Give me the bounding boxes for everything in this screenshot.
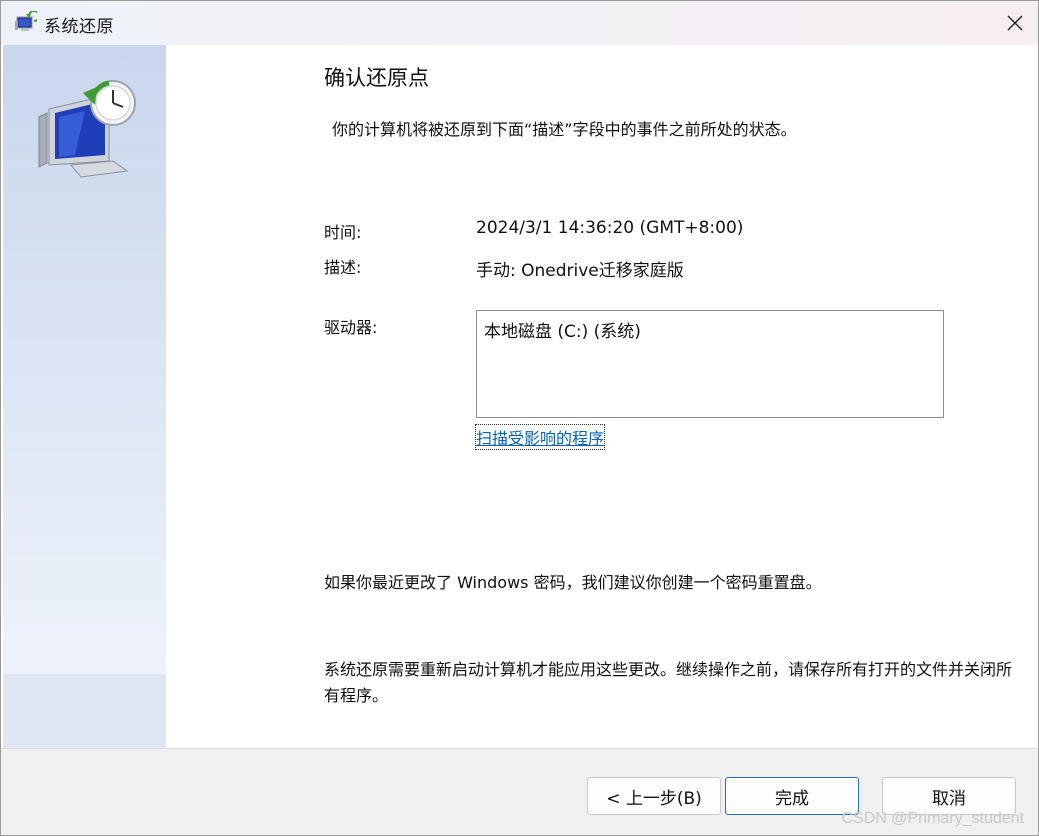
drive-list-item[interactable]: 本地磁盘 (C:) (系统): [484, 317, 641, 342]
back-button[interactable]: < 上一步(B): [587, 777, 721, 815]
title-bar[interactable]: 系统还原: [1, 1, 1038, 45]
drive-list[interactable]: 本地磁盘 (C:) (系统): [476, 310, 944, 418]
description-value: 手动: Onedrive迁移家庭版: [476, 261, 684, 281]
watermark: CSDN @Primary_student: [841, 810, 1024, 827]
finish-button[interactable]: 完成: [725, 777, 859, 815]
system-restore-icon: [15, 11, 37, 31]
page-title: 确认还原点: [324, 66, 429, 90]
time-label: 时间:: [324, 223, 362, 242]
wizard-content: 确认还原点 你的计算机将被还原到下面“描述”字段中的事件之前所处的状态。 时间:…: [166, 45, 1038, 748]
system-restore-window: 系统还原 确认还原点 你的计算机将被还原到下面“描述”字段中的事件之前所处的状态…: [0, 0, 1039, 836]
close-icon: [1007, 15, 1023, 31]
sidebar-footer-panel: [3, 674, 166, 748]
time-value: 2024/3/1 14:36:20 (GMT+8:00): [476, 218, 744, 238]
button-bar: < 上一步(B) 完成 取消 CSDN @Primary_student: [1, 748, 1038, 835]
password-note: 如果你最近更改了 Windows 密码，我们建议你创建一个密码重置盘。: [324, 573, 822, 592]
description-label: 描述:: [324, 258, 362, 277]
intro-text: 你的计算机将被还原到下面“描述”字段中的事件之前所处的状态。: [332, 120, 797, 139]
drive-label: 驱动器:: [324, 318, 378, 337]
restore-computer-icon: [38, 80, 136, 178]
wizard-sidebar: [3, 45, 166, 748]
scan-affected-programs-link[interactable]: 扫描受影响的程序: [474, 424, 606, 450]
window-title: 系统还原: [44, 17, 114, 37]
close-button[interactable]: [992, 1, 1038, 45]
restart-note: 系统还原需要重新启动计算机才能应用这些更改。继续操作之前，请保存所有打开的文件并…: [324, 660, 1013, 705]
